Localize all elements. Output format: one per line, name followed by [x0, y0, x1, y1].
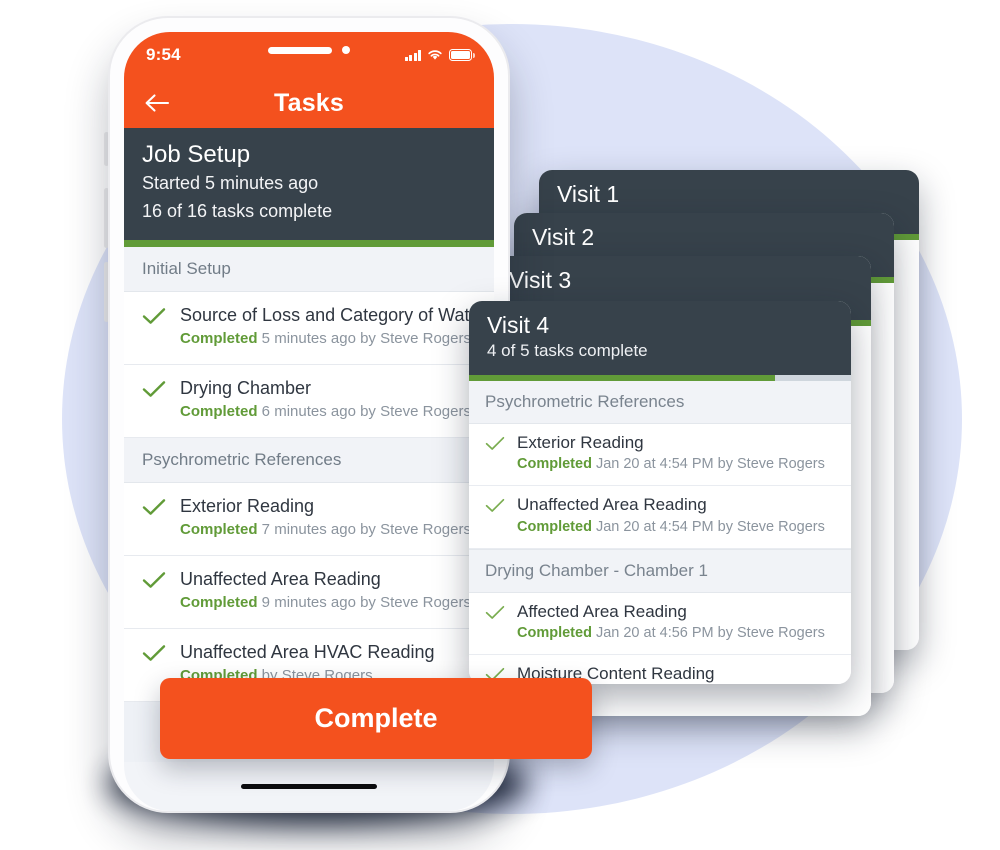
section-header-initial-setup: Initial Setup [124, 246, 494, 292]
task-title: Unaffected Area HVAC Reading [180, 641, 435, 662]
phone-notch [268, 46, 350, 54]
job-progress-fill [124, 239, 494, 247]
list-item[interactable]: Unaffected Area Reading Completed Jan 20… [469, 486, 851, 549]
visit-card-4-progress-fill [469, 374, 775, 381]
check-icon [142, 380, 166, 403]
card-task-status: Completed [517, 518, 592, 535]
visit-card-4[interactable]: Visit 4 4 of 5 tasks complete Psychromet… [469, 301, 851, 684]
screenshot-stage: Visit 1 Visit 2 Visit 3 9:54 Tasks Job S… [0, 0, 1000, 850]
card-task-status: Completed [517, 456, 592, 473]
list-item[interactable]: Exterior Reading Completed Jan 20 at 4:5… [469, 424, 851, 487]
check-icon [485, 605, 505, 625]
task-meta: Completed 5 minutes ago by Steve Rogers [180, 328, 486, 351]
card-task-meta: Completed Jan 20 at 4:54 PM by Steve Rog… [517, 454, 825, 475]
task-status: Completed [180, 403, 258, 421]
battery-icon [449, 49, 475, 61]
table-row[interactable]: Unaffected Area Reading Completed 9 minu… [124, 555, 494, 629]
task-title: Drying Chamber [180, 377, 312, 398]
visit-card-4-body: Psychrometric References Exterior Readin… [469, 380, 851, 684]
check-icon [485, 436, 505, 456]
visit-card-4-title: Visit 4 [487, 312, 550, 338]
phone-silent-switch[interactable] [104, 132, 109, 166]
check-icon [142, 644, 166, 667]
task-title: Source of Loss and Category of Water [180, 304, 486, 325]
check-icon [485, 498, 505, 518]
home-indicator [241, 784, 377, 789]
table-row[interactable]: Drying Chamber Completed 6 minutes ago b… [124, 364, 494, 438]
card-task-status: Completed [517, 625, 592, 642]
table-row[interactable]: Source of Loss and Category of Water Com… [124, 291, 494, 365]
task-meta: Completed 7 minutes ago by Steve Rogers [180, 519, 471, 542]
task-meta: Completed 9 minutes ago by Steve Rogers [180, 592, 471, 615]
status-bar-icons [404, 49, 475, 61]
signal-bars-icon [404, 49, 421, 61]
task-meta-detail: 9 minutes ago by Steve Rogers [257, 594, 471, 612]
visit-card-2-title: Visit 2 [532, 224, 595, 250]
card-task-title: Affected Area Reading [517, 601, 687, 621]
task-meta-detail: 7 minutes ago by Steve Rogers [257, 521, 471, 539]
card-task-meta: Completed Jan 20 at 4:56 PM by Steve Rog… [517, 623, 825, 644]
wifi-icon [428, 50, 442, 60]
list-item[interactable]: Affected Area Reading Completed Jan 20 a… [469, 593, 851, 656]
check-icon [142, 498, 166, 521]
table-row[interactable]: Exterior Reading Completed 7 minutes ago… [124, 482, 494, 556]
card-section-psychrometric-references: Psychrometric References [469, 380, 851, 424]
status-bar: 9:54 [124, 32, 494, 78]
earpiece-speaker [268, 46, 332, 54]
task-title: Unaffected Area Reading [180, 568, 381, 589]
visit-card-3-title: Visit 3 [509, 267, 572, 293]
task-meta-detail: 5 minutes ago by Steve Rogers [257, 330, 471, 348]
section-header-psychrometric-references: Psychrometric References [124, 437, 494, 483]
front-camera-icon [342, 46, 350, 54]
card-section-drying-chamber: Drying Chamber - Chamber 1 [469, 548, 851, 593]
task-status: Completed [180, 594, 258, 612]
card-task-meta: Completed Jan 20 at 4:54 PM by Steve Rog… [517, 517, 825, 538]
card-task-title: Unaffected Area Reading [517, 495, 707, 515]
check-icon [142, 571, 166, 594]
visit-card-1-title: Visit 1 [557, 181, 620, 207]
nav-bar: Tasks [124, 78, 494, 128]
back-arrow-icon[interactable] [142, 88, 172, 118]
job-started-text: Started 5 minutes ago [142, 173, 319, 193]
page-title: Tasks [273, 88, 345, 117]
card-task-title: Exterior Reading [517, 432, 644, 452]
visit-card-4-progress-text: 4 of 5 tasks complete [487, 341, 648, 361]
task-status: Completed [180, 330, 258, 348]
card-task-meta-detail: Jan 20 at 4:56 PM by Steve Rogers [591, 625, 825, 642]
card-task-meta-detail: Jan 20 at 4:54 PM by Steve Rogers [591, 456, 825, 473]
job-header: Job Setup Started 5 minutes ago 16 of 16… [124, 128, 494, 240]
card-task-meta-detail: Jan 20 at 4:54 PM by Steve Rogers [591, 518, 825, 535]
status-bar-time: 9:54 [146, 45, 181, 64]
job-progress-bar [124, 239, 494, 247]
phone-volume-down-button[interactable] [104, 262, 109, 322]
check-icon [142, 307, 166, 330]
job-progress-text: 16 of 16 tasks complete [142, 200, 333, 221]
visit-card-4-header: Visit 4 4 of 5 tasks complete [469, 301, 851, 375]
job-title: Job Setup [142, 141, 251, 168]
phone-volume-up-button[interactable] [104, 188, 109, 248]
task-meta: Completed 6 minutes ago by Steve Rogers [180, 401, 471, 424]
complete-button[interactable]: Complete [160, 678, 592, 759]
task-meta-detail: 6 minutes ago by Steve Rogers [257, 403, 471, 421]
task-title: Exterior Reading [180, 495, 315, 516]
task-status: Completed [180, 521, 258, 539]
